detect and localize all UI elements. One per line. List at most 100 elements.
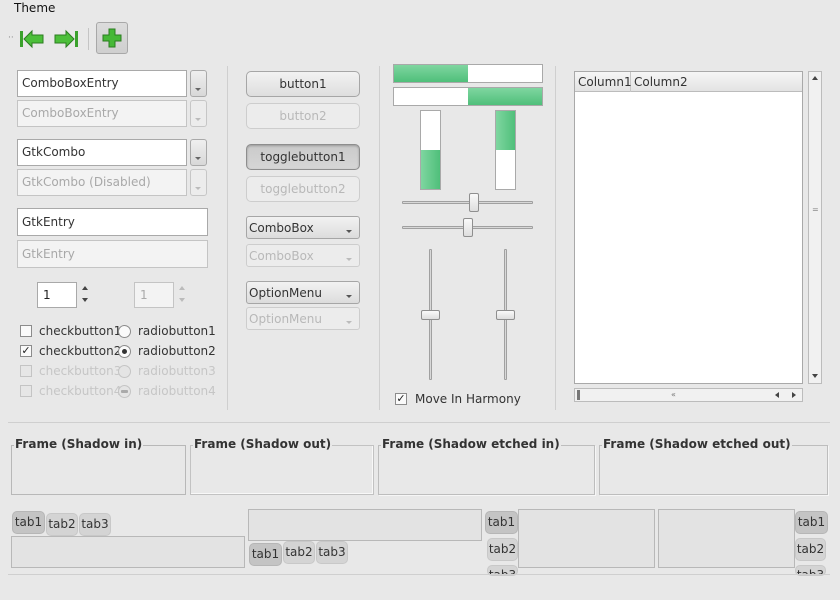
vertical-progress-bar-1 [420,110,441,190]
combobox[interactable]: ComboBox [246,216,360,239]
radiobutton4-circle [118,385,131,398]
tree-vertical-scrollbar[interactable]: = [808,71,822,384]
column-separator-3 [555,66,556,410]
vertical-scale-2-thumb[interactable] [496,309,515,320]
section-separator [8,422,830,423]
scrollbar-grip-icon[interactable]: = [812,205,819,214]
gtk-combo[interactable]: GtkCombo [17,139,187,166]
combo-box-entry-disabled: ComboBoxEntry [17,100,187,127]
checkbutton2-box[interactable]: ✓ [20,345,32,357]
notebook-top-tab2[interactable]: tab2 [46,513,78,536]
gtk-combo-disabled-dropdown [190,169,207,196]
frame-shadow-etched-in-label: Frame (Shadow etched in) [381,437,561,451]
togglebutton1[interactable]: togglebutton1 [246,144,360,170]
scroll-right-arrow-icon[interactable] [792,392,796,398]
checkbutton4-box [20,385,32,397]
go-back-arrow-icon [20,29,44,49]
move-in-harmony-label[interactable]: Move In Harmony [415,392,521,406]
frame-shadow-in [11,445,186,495]
notebook-bottom-tab1[interactable]: tab1 [249,543,282,566]
notebook-right-tab2[interactable]: tab2 [795,538,826,561]
notebook-bottom-panel [248,509,482,541]
progress-fill [468,88,542,105]
toolbar-grip[interactable]: ·· [8,34,14,43]
scroll-up-arrow-icon[interactable] [812,76,818,80]
tree-view[interactable]: Column1 Column2 [574,71,803,384]
option-menu[interactable]: OptionMenu [246,281,360,304]
notebook-left-tab2[interactable]: tab2 [487,538,518,561]
notebook-bottom-tab3[interactable]: tab3 [316,541,348,564]
combo-box-entry-disabled-dropdown [190,100,207,127]
back-button[interactable] [18,27,46,51]
frame-shadow-in-label: Frame (Shadow in) [14,437,144,451]
gtk-entry[interactable]: GtkEntry [17,208,208,236]
tree-column-header-2[interactable]: Column2 [631,72,802,92]
checkbutton3-box [20,365,32,377]
checkbutton4-label: checkbutton4 [39,384,122,398]
notebook-left-panel [518,509,655,568]
add-button[interactable] [96,22,128,54]
spin-down-arrow-disabled-icon [179,298,185,302]
notebook-right-tab1[interactable]: tab1 [795,511,828,534]
spin-up-arrow-disabled-icon [179,286,185,290]
move-in-harmony-checkbox[interactable]: ✓ [395,393,407,405]
checkbutton1-label[interactable]: checkbutton1 [39,324,121,338]
option-menu-disabled: OptionMenu [246,307,360,330]
combobox-disabled: ComboBox [246,244,360,267]
scrollbar-grip-icon[interactable]: « [671,390,676,399]
tree-horizontal-scrollbar[interactable]: « [574,388,803,402]
vertical-progress-bar-2 [495,110,516,190]
toolbar-separator [88,28,89,50]
progress-fill [394,65,468,82]
tree-header: Column1 Column2 [575,72,802,92]
notebook-bottom-tab2[interactable]: tab2 [283,541,315,564]
spin-down-arrow-icon[interactable] [82,298,88,302]
bottom-separator [8,574,830,575]
notebook-top-panel [11,536,245,568]
radiobutton1-label[interactable]: radiobutton1 [138,324,216,338]
checkbutton2-label[interactable]: checkbutton2 [39,344,121,358]
column-separator-1 [227,66,228,410]
radiobutton3-circle [118,365,131,378]
add-plus-icon [102,28,122,48]
radiobutton1-circle[interactable] [118,325,131,338]
notebook-left-tab1[interactable]: tab1 [485,511,518,534]
window-title: Theme [14,1,56,15]
frame-shadow-out [190,445,374,495]
gtk-combo-dropdown-button[interactable] [190,139,207,166]
tree-column-header-1[interactable]: Column1 [575,72,632,92]
frame-shadow-out-label: Frame (Shadow out) [193,437,333,451]
vertical-scale-1-thumb[interactable] [421,309,440,320]
radiobutton3-label: radiobutton3 [138,364,216,378]
spin-up-arrow-icon[interactable] [82,286,88,290]
notebook-right-panel [658,509,795,568]
go-forward-arrow-icon [54,29,78,49]
horizontal-scale-1-track[interactable] [402,201,533,204]
combo-box-entry-dropdown-button[interactable] [190,70,207,97]
togglebutton2: togglebutton2 [246,176,360,202]
spin-button-field-disabled: 1 [134,282,174,308]
radiobutton2-label[interactable]: radiobutton2 [138,344,216,358]
radiobutton2-circle[interactable] [118,345,131,358]
horizontal-scale-1-thumb[interactable] [468,193,479,212]
checkbutton3-label: checkbutton3 [39,364,122,378]
progress-fill [421,150,440,189]
horizontal-scale-2-thumb[interactable] [462,218,473,237]
combo-box-entry[interactable]: ComboBoxEntry [17,70,187,97]
horizontal-progress-bar-1 [393,64,543,83]
button2: button2 [246,103,360,129]
scroll-left-edge-icon [577,390,580,400]
notebook-top-tab3[interactable]: tab3 [79,513,111,536]
spin-button-field[interactable]: 1 [37,282,77,308]
horizontal-progress-bar-2 [393,87,543,106]
gtk-combo-disabled: GtkCombo (Disabled) [17,169,187,196]
radiobutton4-label: radiobutton4 [138,384,216,398]
notebook-top-tab1[interactable]: tab1 [12,511,45,534]
scroll-down-arrow-icon[interactable] [812,374,818,378]
frame-shadow-etched-out [599,445,828,495]
scroll-left-arrow-icon[interactable] [775,392,779,398]
button1[interactable]: button1 [246,71,360,97]
frame-shadow-etched-out-label: Frame (Shadow etched out) [602,437,792,451]
forward-button[interactable] [52,27,80,51]
checkbutton1-box[interactable] [20,325,32,337]
